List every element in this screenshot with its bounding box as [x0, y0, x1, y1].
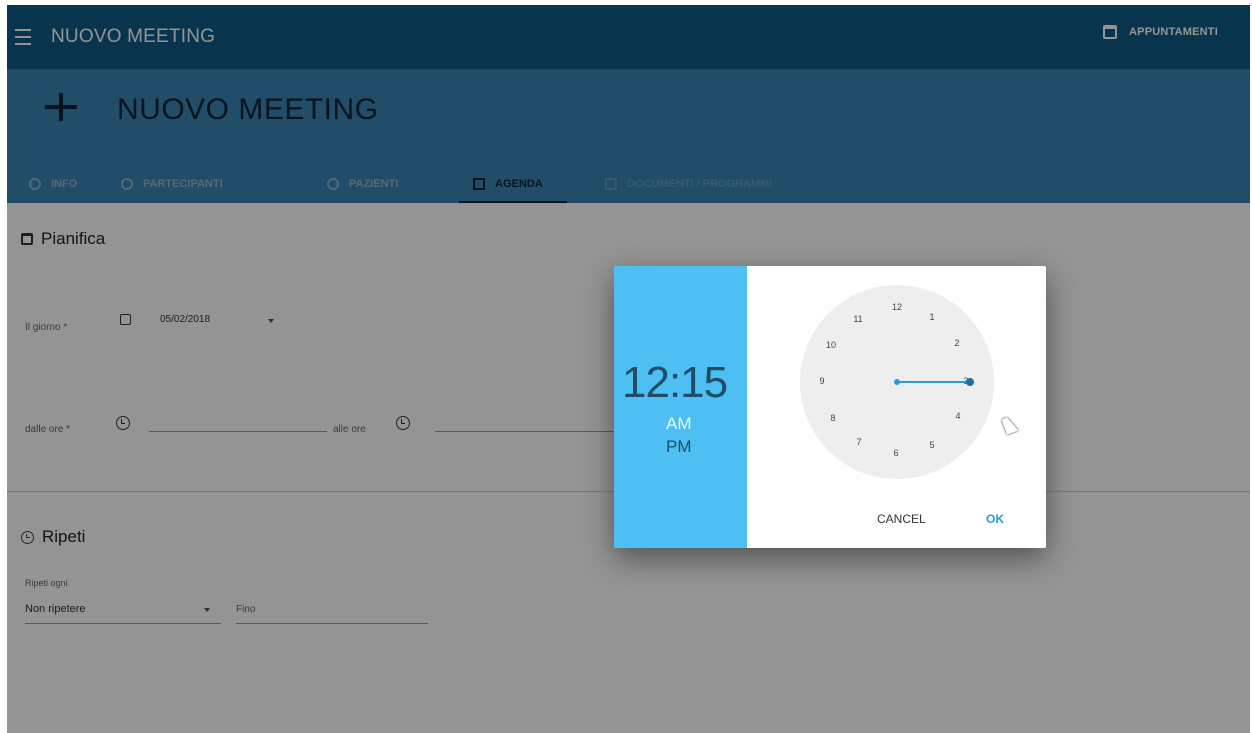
clock-number[interactable]: 12: [892, 302, 902, 312]
clock-number[interactable]: 10: [826, 340, 836, 350]
clock-number[interactable]: 11: [853, 314, 862, 324]
clock-number[interactable]: 4: [955, 411, 960, 421]
time-display: 12:15: [622, 358, 728, 407]
am-toggle[interactable]: AM: [666, 414, 692, 434]
clock-number[interactable]: 5: [929, 440, 934, 450]
clock-number[interactable]: 8: [830, 413, 835, 423]
cancel-button[interactable]: CANCEL: [877, 512, 926, 526]
clock-face[interactable]: 12 1 2 3 4 5 6 7 8 9 10 11: [800, 285, 994, 479]
time-display-panel: 12:15 AM PM: [614, 266, 747, 548]
pm-toggle[interactable]: PM: [666, 437, 692, 457]
clock-number[interactable]: 6: [893, 448, 898, 458]
clock-number[interactable]: 9: [819, 376, 824, 386]
time-picker-dialog: 12:15 AM PM 12 1 2 3 4 5 6 7 8 9 10 11 C…: [614, 266, 1046, 548]
clock-hand-knob[interactable]: [966, 378, 974, 386]
clock-hand: [897, 381, 971, 383]
ok-button[interactable]: OK: [986, 512, 1004, 526]
clock-center: [894, 379, 900, 385]
clock-number[interactable]: 1: [929, 312, 934, 322]
clock-number[interactable]: 2: [954, 338, 959, 348]
clock-number[interactable]: 7: [856, 437, 861, 447]
